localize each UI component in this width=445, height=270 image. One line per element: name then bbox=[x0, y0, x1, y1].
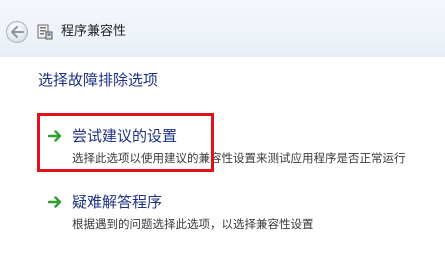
program-compatibility-window: 程序兼容性 选择故障排除选项 尝试建议的设置 选择此选项以使用建议的兼容性设置来… bbox=[0, 0, 445, 270]
option-title[interactable]: 尝试建议的设置 bbox=[72, 126, 177, 146]
green-arrow-icon bbox=[48, 130, 62, 142]
window-title: 程序兼容性 bbox=[61, 24, 127, 39]
titlebar: 程序兼容性 bbox=[0, 0, 445, 56]
back-button[interactable] bbox=[6, 21, 28, 43]
page-heading: 选择故障排除选项 bbox=[38, 71, 159, 89]
compatibility-wizard-icon bbox=[37, 24, 53, 40]
option-description: 根据遇到的问题选择此选项，以选择兼容性设置 bbox=[72, 217, 314, 231]
title-separator bbox=[0, 56, 445, 57]
option-title[interactable]: 疑难解答程序 bbox=[72, 192, 162, 212]
back-arrow-icon bbox=[11, 26, 24, 38]
option-description: 选择此选项以使用建议的兼容性设置来测试应用程序是否正常运行 bbox=[72, 151, 406, 165]
green-arrow-icon bbox=[48, 196, 62, 208]
